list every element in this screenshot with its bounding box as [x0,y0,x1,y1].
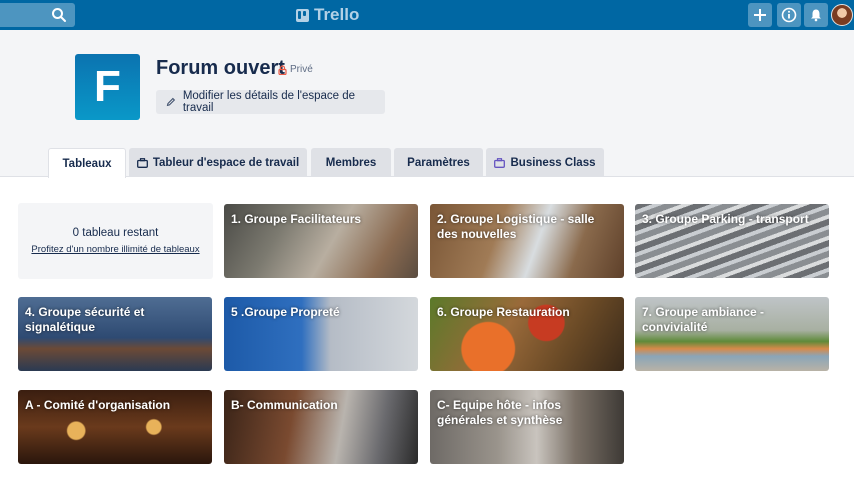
briefcase-icon [494,157,506,168]
bell-icon [811,9,821,22]
lock-icon [278,64,287,75]
tab-label: Tableur d'espace de travail [152,156,300,169]
board-tile[interactable]: 3. Groupe Parking - transport [635,204,829,278]
pencil-icon [166,97,176,107]
tab-label: Business Class [510,156,596,169]
top-bar: Trello [0,0,854,30]
board-title: 1. Groupe Facilitateurs [231,212,362,226]
board-tile[interactable]: 4. Groupe sécurité et signalétique [18,297,212,371]
tab-workspace-table[interactable]: Tableur d'espace de travail [129,148,307,177]
tab-label: Tableaux [62,157,112,170]
workspace-name: Forum ouvert [156,57,285,79]
board-title: 3. Groupe Parking - transport [642,212,809,226]
upgrade-link[interactable]: Profitez d'un nombre illimité de tableau… [31,244,199,255]
search-icon [52,8,66,22]
tab-boards[interactable]: Tableaux [48,148,126,178]
board-tile[interactable]: 2. Groupe Logistique - salle des nouvell… [430,204,624,278]
board-title: 7. Groupe ambiance - convivialité [642,305,765,334]
board-title: 5 .Groupe Propreté [231,305,340,319]
edit-workspace-button[interactable]: Modifier les détails de l'espace de trav… [156,90,385,114]
tab-label: Paramètres [407,156,470,169]
board-tile[interactable]: 6. Groupe Restauration [430,297,624,371]
info-icon [781,7,797,23]
tab-label: Membres [325,156,377,169]
avatar[interactable] [831,4,853,26]
remaining-boards-card: 0 tableau restant Profitez d'un nombre i… [18,203,213,279]
notifications-button[interactable] [804,3,828,27]
board-tile[interactable]: 7. Groupe ambiance - convivialité [635,297,829,371]
board-title: B- Communication [231,398,338,412]
briefcase-icon [136,157,148,168]
tab-settings[interactable]: Paramètres [394,148,483,177]
board-tile[interactable]: B- Communication [224,390,418,464]
trello-logo-icon [296,8,309,22]
plus-icon [754,9,766,21]
workspace-logo: F [75,54,140,120]
info-button[interactable] [777,3,801,27]
search-button[interactable] [0,3,75,27]
workspace-header: F Forum ouvert Privé Modifier les détail… [0,30,854,178]
create-button[interactable] [748,3,772,27]
visibility-label: Privé [290,64,313,75]
workspace-initial: F [94,62,121,111]
board-title: A - Comité d'organisation [25,398,171,412]
visibility-badge: Privé [278,64,313,75]
tab-business-class[interactable]: Business Class [486,148,604,177]
tab-members[interactable]: Membres [311,148,391,177]
trello-logo[interactable]: Trello [296,5,359,25]
remaining-count: 0 tableau restant [72,227,159,239]
board-tile[interactable]: 5 .Groupe Propreté [224,297,418,371]
board-title: 6. Groupe Restauration [437,305,570,319]
board-title: 2. Groupe Logistique - salle des nouvell… [437,212,595,241]
board-tile[interactable]: 1. Groupe Facilitateurs [224,204,418,278]
edit-workspace-label: Modifier les détails de l'espace de trav… [182,90,356,114]
trello-logo-text: Trello [314,5,360,24]
board-tile[interactable]: C- Equipe hôte - infos générales et synt… [430,390,624,464]
board-title: C- Equipe hôte - infos générales et synt… [437,398,563,427]
board-tile[interactable]: A - Comité d'organisation [18,390,212,464]
board-title: 4. Groupe sécurité et signalétique [25,305,145,334]
